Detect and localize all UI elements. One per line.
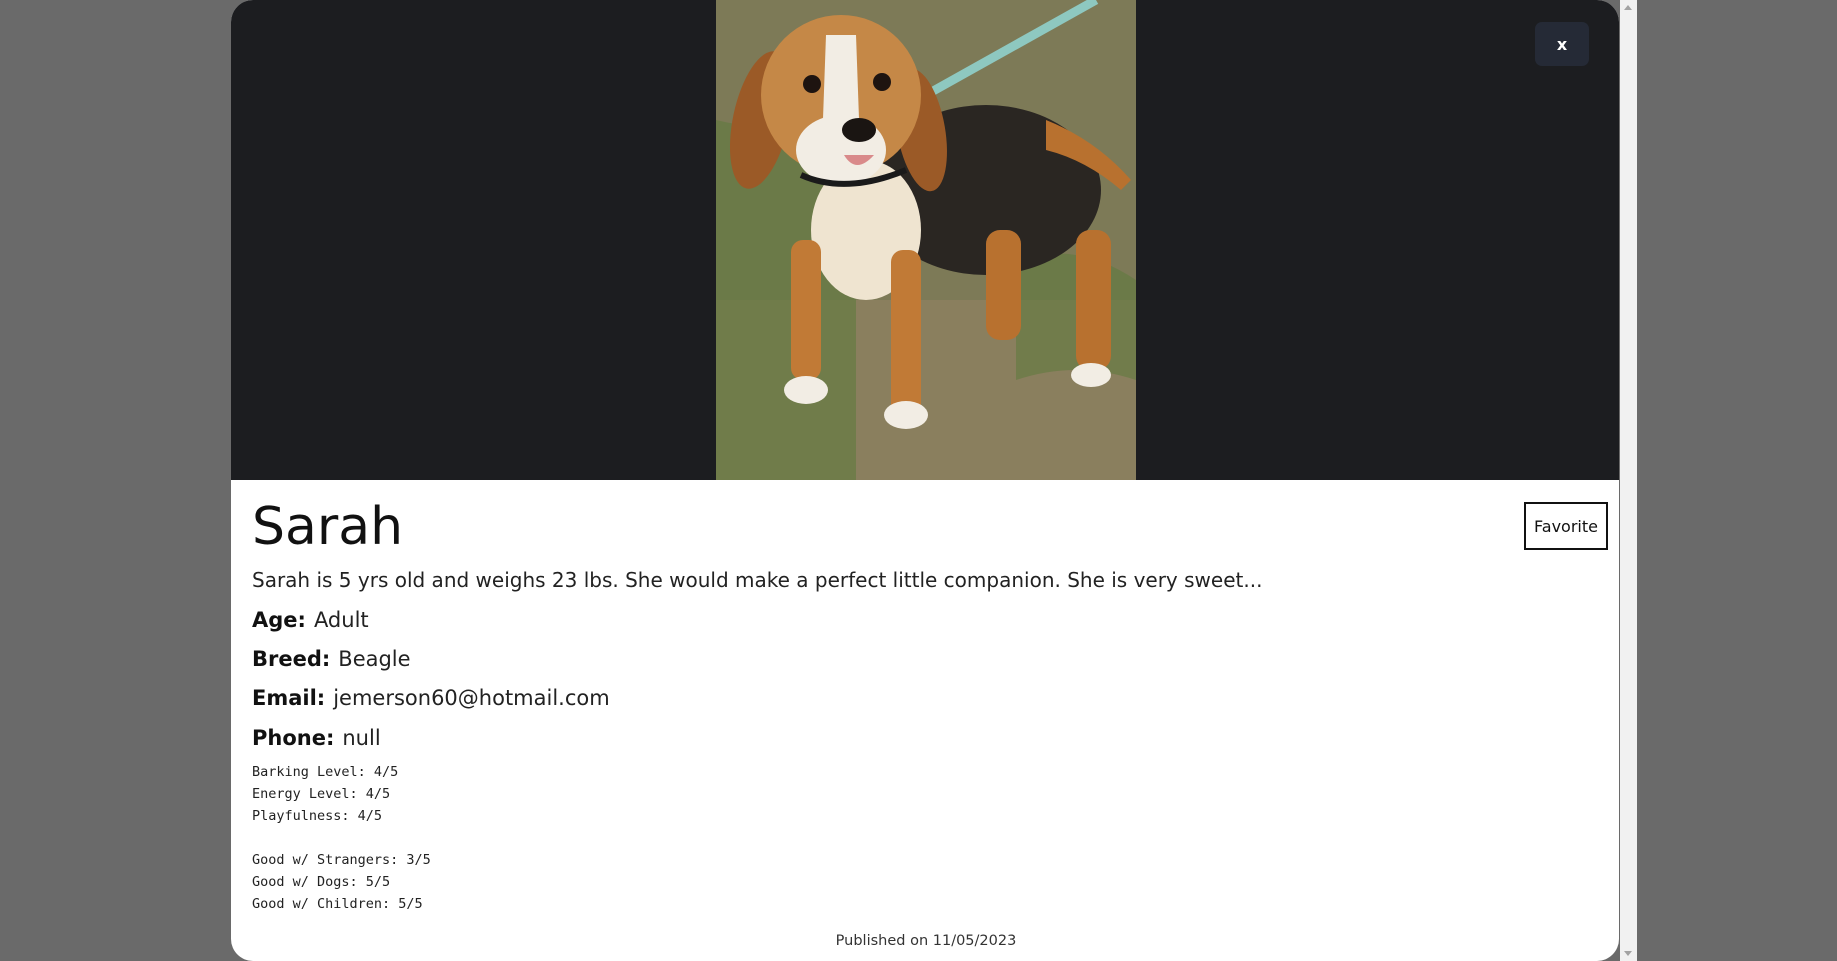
breed-field: Breed: Beagle — [252, 647, 411, 671]
favorite-button[interactable]: Favorite — [1524, 502, 1608, 550]
phone-field: Phone: null — [252, 726, 381, 750]
good-with-strangers: Good w/ Strangers: 3/5 — [252, 852, 431, 868]
photo-banner: x — [231, 0, 1619, 480]
pet-name: Sarah — [252, 497, 404, 557]
pet-traits: Barking Level: 4/5 Energy Level: 4/5 Pla… — [252, 761, 431, 915]
published-date: Published on 11/05/2023 — [835, 933, 1017, 949]
traits-spacer — [252, 827, 431, 849]
phone-label: Phone: — [252, 726, 335, 750]
email-field: Email: jemerson60@hotmail.com — [252, 686, 610, 710]
close-button[interactable]: x — [1535, 22, 1589, 66]
dog-photo — [716, 0, 1136, 480]
age-value: Adult — [313, 608, 369, 632]
email-value: jemerson60@hotmail.com — [333, 686, 610, 710]
barking-level: Barking Level: 4/5 — [252, 764, 399, 780]
pet-description: Sarah is 5 yrs old and weighs 23 lbs. Sh… — [252, 568, 1263, 592]
energy-level: Energy Level: 4/5 — [252, 786, 391, 802]
scroll-up-arrow-icon[interactable] — [1624, 5, 1632, 10]
breed-value: Beagle — [338, 647, 411, 671]
age-label: Age: — [252, 608, 306, 632]
good-with-children: Good w/ Children: 5/5 — [252, 896, 423, 912]
phone-value: null — [342, 726, 381, 750]
breed-label: Breed: — [252, 647, 331, 671]
scrollbar[interactable] — [1620, 0, 1637, 961]
age-field: Age: Adult — [252, 608, 369, 632]
email-label: Email: — [252, 686, 326, 710]
scroll-down-arrow-icon[interactable] — [1624, 951, 1632, 956]
pet-detail-modal: x Sarah Favorite Sarah is 5 yrs old and … — [231, 0, 1619, 961]
good-with-dogs: Good w/ Dogs: 5/5 — [252, 874, 391, 890]
playfulness: Playfulness: 4/5 — [252, 808, 383, 824]
pet-details: Sarah Favorite Sarah is 5 yrs old and we… — [252, 480, 1608, 961]
